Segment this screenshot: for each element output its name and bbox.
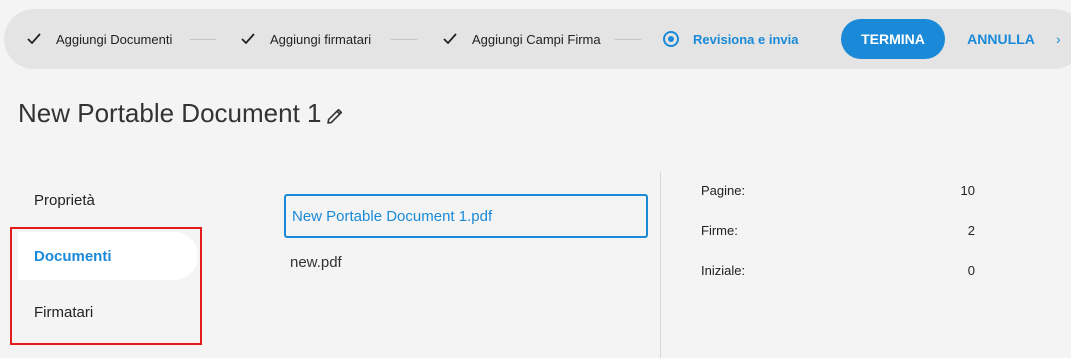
check-icon: [27, 33, 41, 45]
page-title: New Portable Document 1: [18, 98, 322, 128]
sidebar-item-label: Firmatari: [34, 303, 94, 321]
document-name: new.pdf: [290, 253, 342, 271]
termina-button[interactable]: TERMINA: [841, 19, 945, 59]
sidebar-item-documenti[interactable]: Documenti: [18, 232, 198, 280]
step-label: Aggiungi Campi Firma: [472, 31, 601, 47]
stat-value-firme: 2: [967, 223, 975, 238]
step-revisiona-e-invia[interactable]: Revisiona e invia: [663, 9, 799, 69]
sidebar-item-label: Proprietà: [34, 191, 95, 209]
radio-icon: [663, 31, 679, 47]
sidebar-item-label: Documenti: [34, 247, 112, 265]
pencil-icon[interactable]: [325, 106, 345, 126]
step-separator: [615, 39, 641, 40]
annulla-button[interactable]: ANNULLA: [966, 19, 1036, 59]
sidebar-item-proprieta[interactable]: Proprietà: [18, 176, 198, 224]
check-icon: [241, 33, 255, 45]
step-aggiungi-firmatari[interactable]: Aggiungi firmatari: [240, 9, 371, 69]
divider: [660, 172, 661, 358]
stepper-bar: Aggiungi Documenti Aggiungi firmatari Ag…: [4, 9, 1071, 69]
step-separator: [391, 39, 417, 40]
stat-label-pagine: Pagine:: [701, 183, 746, 198]
step-separator: [190, 39, 216, 40]
document-list-item[interactable]: new.pdf: [284, 240, 648, 284]
stat-value-pagine: 10: [960, 183, 975, 198]
step-aggiungi-documenti[interactable]: Aggiungi Documenti: [26, 9, 172, 69]
sidebar-item-firmatari[interactable]: Firmatari: [18, 288, 198, 336]
stat-label-iniziale: Iniziale:: [701, 263, 746, 278]
step-label: Revisiona e invia: [693, 31, 799, 47]
step-label: Aggiungi firmatari: [270, 31, 372, 47]
document-name: New Portable Document 1.pdf: [292, 207, 493, 225]
stat-value-iniziale: 0: [967, 263, 975, 278]
check-icon: [443, 33, 457, 45]
page-title-row: New Portable Document 1: [18, 98, 345, 129]
chevron-right-icon[interactable]: ›: [1056, 31, 1061, 47]
stat-label-firme: Firme:: [701, 223, 738, 238]
step-aggiungi-campi-firma[interactable]: Aggiungi Campi Firma: [442, 9, 601, 69]
step-label: Aggiungi Documenti: [56, 31, 173, 47]
document-list-item[interactable]: New Portable Document 1.pdf: [284, 194, 648, 238]
